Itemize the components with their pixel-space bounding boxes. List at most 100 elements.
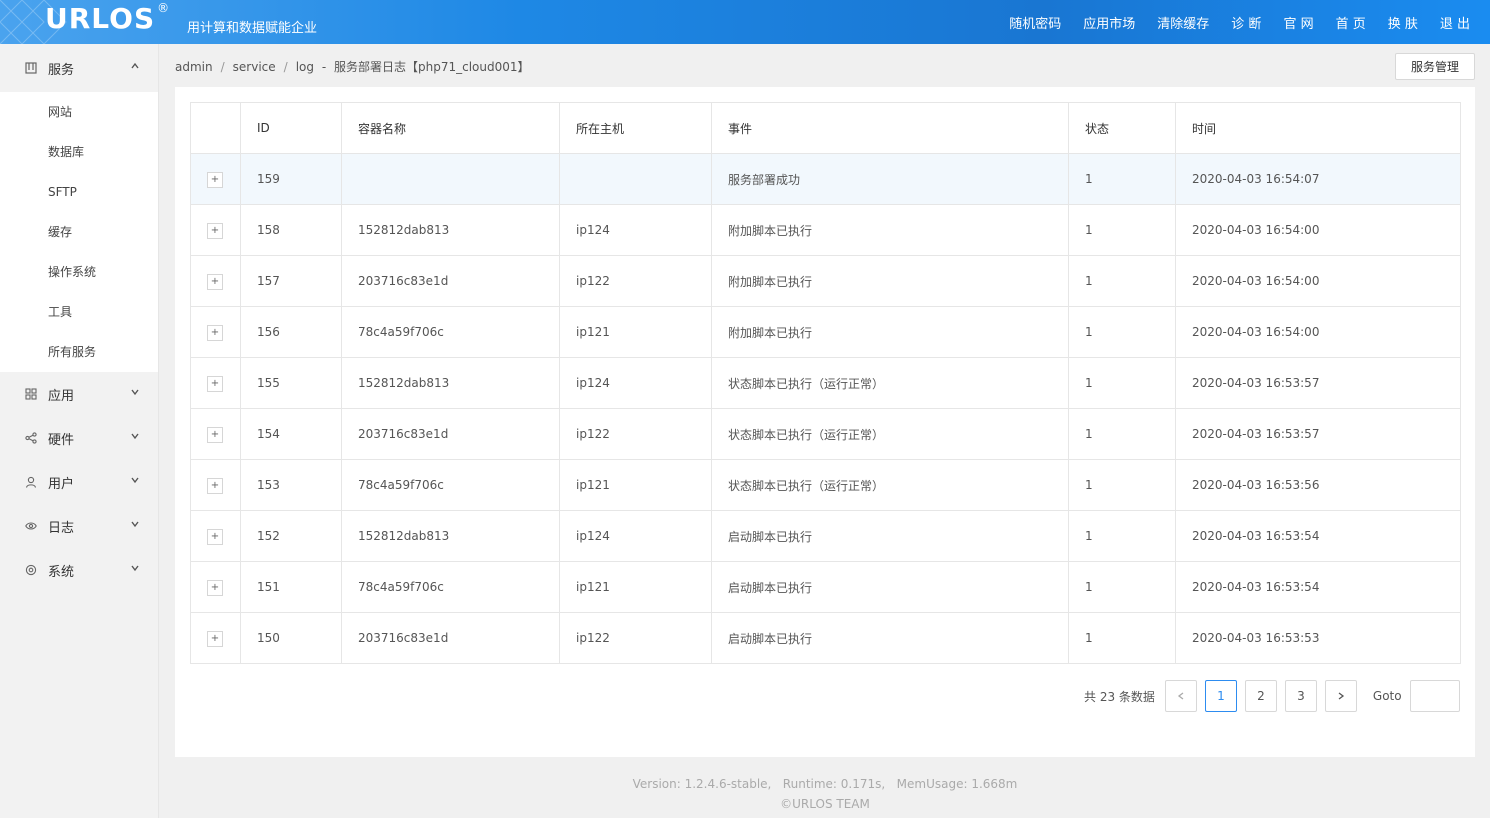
- table-cell: ip121: [559, 306, 712, 358]
- sidebar-item-cache[interactable]: 缓存: [0, 212, 158, 252]
- table-cell: 1: [1068, 612, 1176, 664]
- pagination-total: 共 23 条数据: [1084, 689, 1155, 704]
- col-container-name: 容器名称: [341, 102, 560, 154]
- expand-row-button[interactable]: +: [207, 222, 223, 239]
- cell-host: ip121: [576, 478, 610, 492]
- expand-row-button[interactable]: +: [207, 375, 223, 392]
- table-cell: 203716c83e1d: [341, 612, 560, 664]
- cell-container: 78c4a59f706c: [358, 325, 444, 339]
- table-row[interactable]: +152 152812dab813 ip124 启动脚本已执行 1 2020-04-03 …: [190, 510, 1461, 562]
- expand-row-button[interactable]: +: [207, 477, 223, 494]
- cell-event: 状态脚本已执行（运行正常）: [728, 478, 885, 493]
- table-cell: 1: [1068, 561, 1176, 613]
- breadcrumb-log[interactable]: log: [296, 60, 314, 74]
- table-cell: 152812dab813: [341, 204, 560, 256]
- nav-official-site[interactable]: 官 网: [1283, 13, 1313, 32]
- col-host: 所在主机: [559, 102, 712, 154]
- chevron-up-icon: [130, 61, 140, 74]
- expand-row-button[interactable]: +: [207, 528, 223, 545]
- expand-row-button[interactable]: +: [207, 630, 223, 647]
- breadcrumb-service[interactable]: service: [233, 60, 276, 74]
- table-row[interactable]: +156 78c4a59f706c ip121 附加脚本已执行 1 2020-04-03 …: [190, 306, 1461, 358]
- service-manage-button[interactable]: 服务管理: [1395, 53, 1475, 80]
- nav-skin[interactable]: 换 肤: [1388, 13, 1418, 32]
- table-row[interactable]: +157 203716c83e1d ip122 附加脚本已执行 1 2020-04-03 …: [190, 255, 1461, 307]
- table-row[interactable]: +159 服务部署成功 1 2020-04-03 16:54:07: [190, 153, 1461, 205]
- user-icon: [24, 475, 38, 489]
- sidebar-group-system[interactable]: 系统: [0, 548, 158, 592]
- cell-status: 1: [1085, 274, 1093, 288]
- sidebar-group-logs[interactable]: 日志: [0, 504, 158, 548]
- table-row[interactable]: +154 203716c83e1d ip122 状态脚本已执行（运行正常） 1 2020-…: [190, 408, 1461, 460]
- sidebar-group-label: 用户: [48, 476, 75, 492]
- cell-container: 203716c83e1d: [358, 427, 449, 441]
- expand-row-button[interactable]: +: [207, 579, 223, 596]
- sidebar-item-website[interactable]: 网站: [0, 92, 158, 132]
- expand-row-button[interactable]: +: [207, 171, 223, 188]
- table-body: +159 服务部署成功 1 2020-04-03 16:54:07 +158 152812…: [190, 153, 1461, 664]
- nav-home[interactable]: 首 页: [1336, 13, 1366, 32]
- cell-event: 附加脚本已执行: [728, 325, 813, 340]
- table-cell: ip121: [559, 561, 712, 613]
- pagination-page-1[interactable]: 1: [1204, 680, 1237, 712]
- breadcrumb-admin[interactable]: admin: [175, 60, 213, 74]
- pagination-goto-label: Goto: [1372, 689, 1402, 703]
- cell-id: 157: [257, 274, 280, 288]
- table-cell: ip124: [559, 204, 712, 256]
- nav-diagnose[interactable]: 诊 断: [1231, 13, 1261, 32]
- sidebar-group-service[interactable]: 服务: [0, 44, 158, 92]
- chevron-down-icon: [130, 475, 140, 488]
- sidebar-group-apps[interactable]: 应用: [0, 372, 158, 416]
- table-cell: ip122: [559, 408, 712, 460]
- sidebar-item-database[interactable]: 数据库: [0, 132, 158, 172]
- cell-container: 152812dab813: [358, 223, 450, 237]
- table-cell: 152: [240, 510, 342, 562]
- pagination-page-3[interactable]: 3: [1284, 680, 1317, 712]
- brand-logo[interactable]: URLOS ®: [45, 1, 170, 35]
- cell-host: ip124: [576, 376, 610, 390]
- sidebar-item-os[interactable]: 操作系统: [0, 252, 158, 292]
- table-cell: ip121: [559, 459, 712, 511]
- sidebar-item-all-services[interactable]: 所有服务: [0, 332, 158, 372]
- table-cell: 2020-04-03 16:54:00: [1175, 204, 1461, 256]
- pagination-next-button[interactable]: [1324, 680, 1357, 712]
- pagination-page-2[interactable]: 2: [1244, 680, 1277, 712]
- table-row[interactable]: +155 152812dab813 ip124 状态脚本已执行（运行正常） 1 2020-…: [190, 357, 1461, 409]
- cell-status: 1: [1085, 529, 1093, 543]
- cell-status: 1: [1085, 376, 1093, 390]
- table-cell: 附加脚本已执行: [711, 204, 1069, 256]
- expand-row-button[interactable]: +: [207, 426, 223, 443]
- table-cell: 附加脚本已执行: [711, 255, 1069, 307]
- col-expand: [190, 102, 241, 154]
- table-row[interactable]: +158 152812dab813 ip124 附加脚本已执行 1 2020-04-03 …: [190, 204, 1461, 256]
- cell-event: 附加脚本已执行: [728, 274, 813, 289]
- service-icon: [24, 61, 38, 75]
- table-row[interactable]: +150 203716c83e1d ip122 启动脚本已执行 1 2020-04-03 …: [190, 612, 1461, 664]
- table-cell: +: [190, 561, 241, 613]
- expand-row-button[interactable]: +: [207, 324, 223, 341]
- table-cell: 2020-04-03 16:53:57: [1175, 357, 1461, 409]
- table-cell: 1: [1068, 459, 1176, 511]
- nav-logout[interactable]: 退 出: [1440, 13, 1470, 32]
- sidebar-group-hardware[interactable]: 硬件: [0, 416, 158, 460]
- pagination-prev-button[interactable]: [1164, 680, 1197, 712]
- table-cell: ip124: [559, 357, 712, 409]
- pagination-goto-input[interactable]: [1409, 680, 1460, 712]
- sidebar-item-sftp[interactable]: SFTP: [0, 172, 158, 212]
- cell-id: 152: [257, 529, 280, 543]
- nav-clear-cache[interactable]: 清除缓存: [1157, 13, 1209, 32]
- nav-app-market[interactable]: 应用市场: [1083, 13, 1135, 32]
- cell-status: 1: [1085, 631, 1093, 645]
- sidebar-group-users[interactable]: 用户: [0, 460, 158, 504]
- table-header-row: ID 容器名称 所在主机 事件 状态 时间: [190, 102, 1461, 154]
- table-row[interactable]: +151 78c4a59f706c ip121 启动脚本已执行 1 2020-04-03 …: [190, 561, 1461, 613]
- cell-id: 159: [257, 172, 280, 186]
- expand-row-button[interactable]: +: [207, 273, 223, 290]
- table-row[interactable]: +153 78c4a59f706c ip121 状态脚本已执行（运行正常） 1 2020-…: [190, 459, 1461, 511]
- table-cell: 1: [1068, 306, 1176, 358]
- page-title: 服务部署日志【php71_cloud001】: [333, 60, 530, 74]
- sidebar-item-tools[interactable]: 工具: [0, 292, 158, 332]
- table-cell: +: [190, 612, 241, 664]
- table-cell: [559, 153, 712, 205]
- nav-random-password[interactable]: 随机密码: [1009, 13, 1061, 32]
